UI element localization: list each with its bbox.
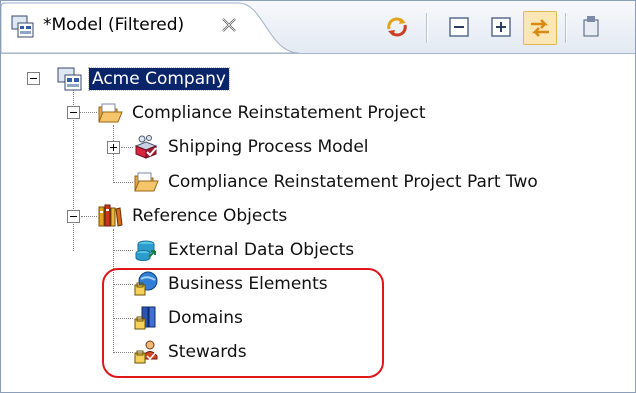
process-model-icon — [133, 134, 159, 160]
expand-all-icon[interactable] — [485, 11, 517, 43]
tree-connector — [113, 182, 133, 183]
tree-node-label: External Data Objects — [168, 240, 355, 260]
tree-connector — [113, 250, 133, 251]
sync-icon[interactable] — [381, 11, 413, 43]
shipping-expand-toggle[interactable] — [107, 141, 120, 154]
tree-node-label: Compliance Reinstatement Project — [132, 103, 426, 123]
root-collapse-toggle[interactable] — [27, 72, 40, 85]
menu-icon[interactable] — [579, 11, 603, 43]
tree-node-acme-company[interactable]: Acme Company — [57, 65, 230, 93]
tree-node-compliance-project-part-two[interactable]: Compliance Reinstatement Project Part Tw… — [133, 168, 541, 196]
tree-node-label: Shipping Process Model — [168, 137, 369, 157]
model-icon — [11, 15, 35, 39]
tree-node-shipping-process-model[interactable]: Shipping Process Model — [133, 133, 372, 161]
toolbar-separator — [426, 13, 428, 43]
tree-connector — [121, 147, 133, 148]
link-with-editor-icon[interactable] — [523, 11, 557, 45]
model-view: *Model (Filtered) Acme Company Complianc… — [0, 0, 636, 393]
library-icon — [97, 203, 123, 229]
tree-node-external-data-objects[interactable]: External Data Objects — [133, 236, 357, 264]
folder-icon — [97, 100, 123, 126]
tree-node-reference-objects[interactable]: Reference Objects — [97, 202, 290, 230]
tree-node-label: Compliance Reinstatement Project Part Tw… — [168, 172, 538, 192]
folder-icon — [133, 169, 159, 195]
tree-node-label: Reference Objects — [132, 206, 288, 226]
tree-connector — [81, 216, 97, 217]
collapse-all-icon[interactable] — [443, 11, 475, 43]
highlight-annotation — [102, 268, 384, 378]
tab-model-filtered[interactable]: *Model (Filtered) — [1, 1, 301, 53]
view-tab-bar: *Model (Filtered) — [1, 1, 635, 54]
toolbar-separator — [565, 13, 567, 43]
tab-title: *Model (Filtered) — [43, 15, 185, 35]
model-icon — [57, 66, 83, 92]
tree-node-compliance-project[interactable]: Compliance Reinstatement Project — [97, 99, 429, 127]
close-icon[interactable] — [219, 15, 239, 35]
external-data-icon — [133, 237, 159, 263]
tree-node-label: Acme Company — [88, 67, 230, 91]
project-collapse-toggle[interactable] — [67, 106, 80, 119]
reference-collapse-toggle[interactable] — [67, 210, 80, 223]
